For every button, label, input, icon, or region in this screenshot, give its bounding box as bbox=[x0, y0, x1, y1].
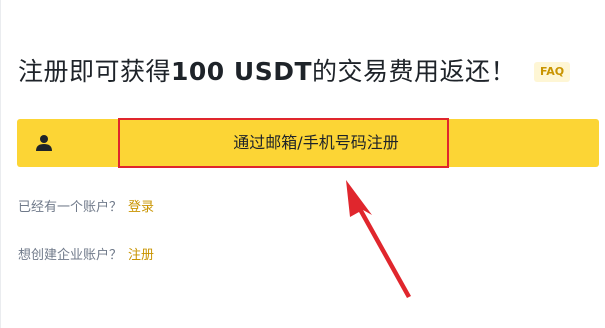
left-divider bbox=[0, 0, 1, 328]
title-suffix: 的交易费用返还！ bbox=[312, 57, 517, 86]
faq-link[interactable]: FAQ bbox=[534, 62, 571, 82]
title-prefix: 注册即可获得 bbox=[18, 57, 172, 86]
annotation-arrow-shape bbox=[346, 180, 411, 298]
title-amount: 100 USDT bbox=[171, 57, 313, 86]
business-prompt: 想创建企业账户？ bbox=[18, 248, 123, 263]
business-signup-link[interactable]: 注册 bbox=[128, 248, 154, 263]
signup-email-phone-button[interactable]: 通过邮箱/手机号码注册 bbox=[17, 119, 599, 167]
page-header: 注册即可获得100 USDT的交易费用返还！ FAQ bbox=[18, 50, 571, 90]
signup-button-label: 通过邮箱/手机号码注册 bbox=[233, 133, 399, 152]
login-prompt: 已经有一个账户？ bbox=[18, 200, 123, 215]
login-row: 已经有一个账户？ 登录 bbox=[18, 196, 154, 215]
business-row: 想创建企业账户？ 注册 bbox=[18, 244, 154, 263]
login-link[interactable]: 登录 bbox=[128, 200, 154, 215]
page-title: 注册即可获得100 USDT的交易费用返还！ bbox=[18, 52, 516, 88]
